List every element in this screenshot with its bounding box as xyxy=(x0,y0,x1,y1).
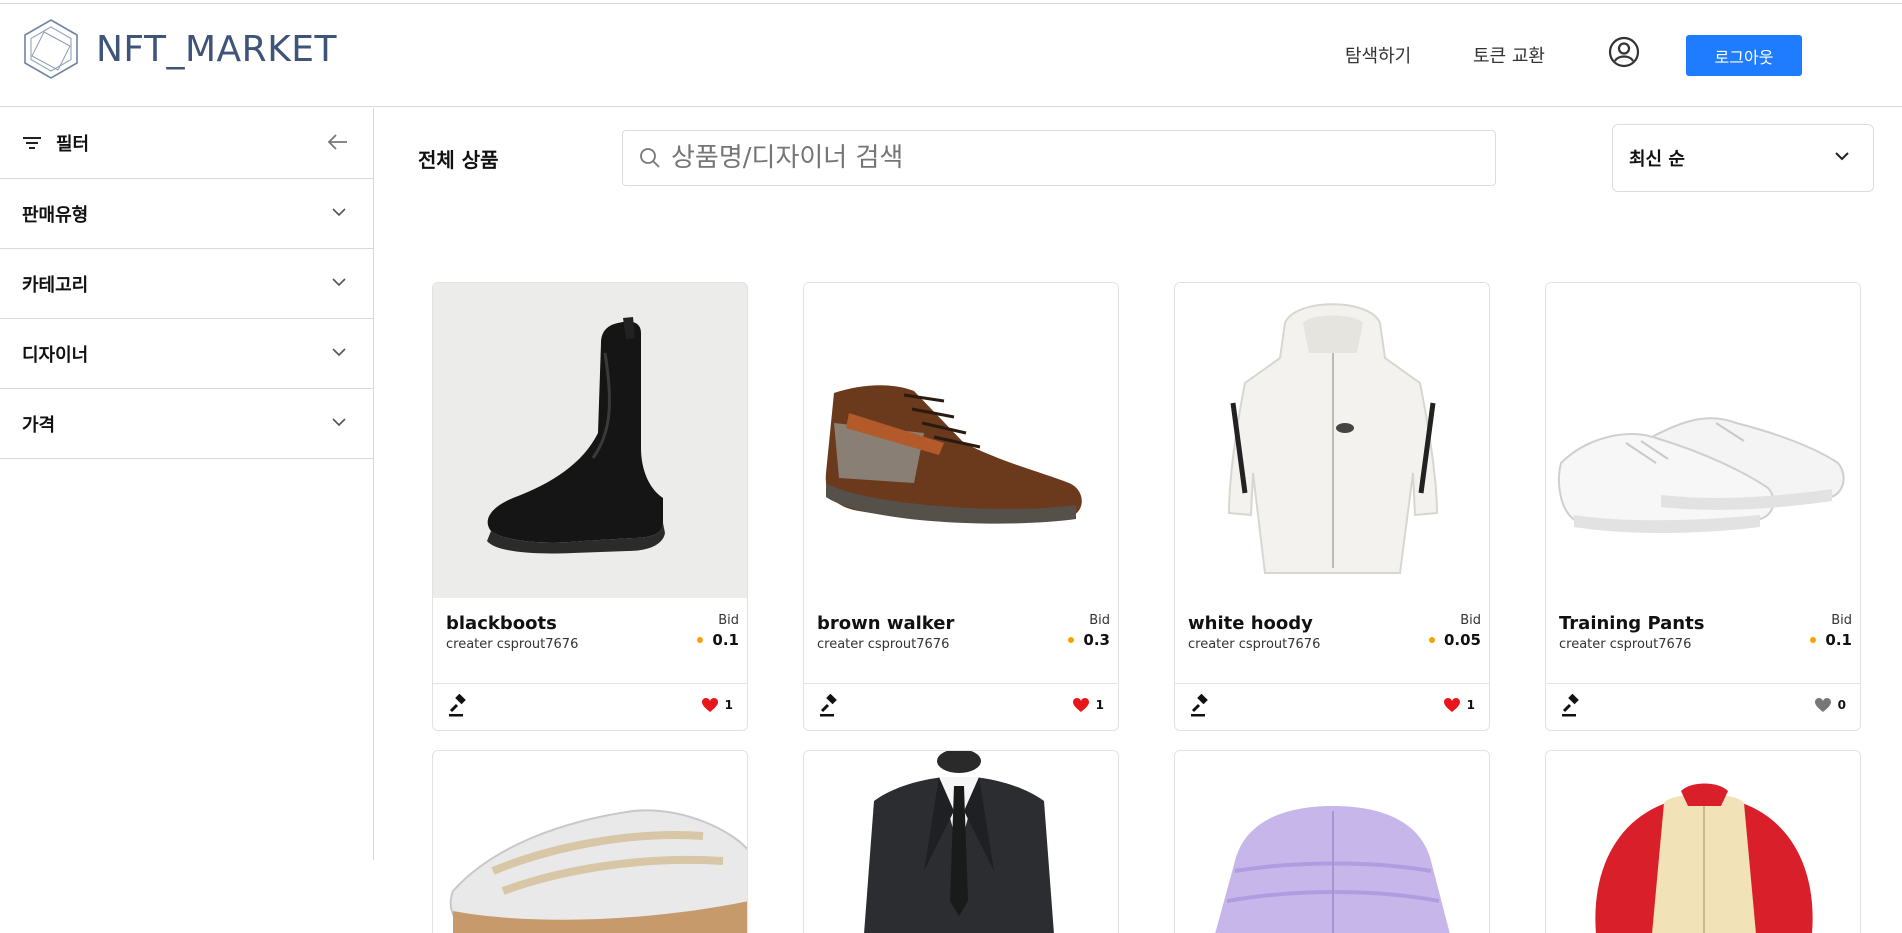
facet-designer[interactable]: 디자이너 xyxy=(0,319,373,389)
page-title: 전체 상품 xyxy=(418,148,499,172)
auction-gavel-icon[interactable] xyxy=(1189,694,1213,718)
product-card[interactable] xyxy=(1174,750,1490,933)
product-image xyxy=(433,283,747,598)
facet-price[interactable]: 가격 xyxy=(0,389,373,459)
eth-dot-icon xyxy=(1428,637,1435,643)
divider xyxy=(433,683,747,684)
bid-value: 0.3 xyxy=(1068,631,1110,649)
like-count[interactable]: 1 xyxy=(1443,697,1475,713)
logo[interactable]: NFT_MARKET xyxy=(22,18,337,80)
product-card[interactable]: white hoody creater csprout7676 Bid 0.05… xyxy=(1174,282,1490,731)
site-header: NFT_MARKET 탐색하기 토큰 교환 로그아웃 xyxy=(0,4,1902,107)
product-card[interactable]: blackboots creater csprout7676 Bid 0.1 1 xyxy=(432,282,748,731)
product-card[interactable]: brown walker creater csprout7676 Bid 0.3… xyxy=(803,282,1119,731)
bid-label: Bid xyxy=(1460,613,1481,628)
auction-gavel-icon[interactable] xyxy=(447,694,471,718)
logo-text: NFT_MARKET xyxy=(96,28,338,70)
like-number: 1 xyxy=(724,698,733,712)
facet-label: 디자이너 xyxy=(22,344,89,366)
filter-header: 필터 xyxy=(0,108,373,179)
product-name[interactable]: brown walker xyxy=(817,613,954,634)
bid-amount: 0.1 xyxy=(712,631,739,649)
logout-button[interactable]: 로그아웃 xyxy=(1686,35,1802,76)
product-image xyxy=(433,751,747,933)
chevron-down-icon xyxy=(1835,152,1849,161)
facet-label: 가격 xyxy=(22,414,56,436)
product-creator: creater csprout7676 xyxy=(1559,637,1692,652)
like-number: 1 xyxy=(1466,698,1475,712)
facet-category[interactable]: 카테고리 xyxy=(0,249,373,319)
product-card[interactable] xyxy=(432,750,748,933)
collapse-arrow-left-icon[interactable] xyxy=(327,132,349,152)
facet-sale-type[interactable]: 판매유형 xyxy=(0,179,373,249)
filter-sidebar: 필터 판매유형 카테고리 디자이너 가격 xyxy=(0,108,374,860)
product-creator: creater csprout7676 xyxy=(446,637,579,652)
product-name[interactable]: Training Pants xyxy=(1559,613,1704,634)
user-profile-icon[interactable] xyxy=(1608,36,1640,68)
auction-gavel-icon[interactable] xyxy=(1560,694,1584,718)
product-card[interactable] xyxy=(803,750,1119,933)
product-card[interactable] xyxy=(1545,750,1861,933)
product-card[interactable]: Training Pants creater csprout7676 Bid 0… xyxy=(1545,282,1861,731)
bid-amount: 0.05 xyxy=(1443,631,1481,649)
divider xyxy=(1546,683,1860,684)
nav-token-exchange[interactable]: 토큰 교환 xyxy=(1473,42,1545,68)
logo-hexagon-icon xyxy=(24,19,78,79)
heart-icon xyxy=(1072,698,1089,712)
filter-title: 필터 xyxy=(56,134,90,155)
product-creator: creater csprout7676 xyxy=(1188,637,1321,652)
bid-value: 0.1 xyxy=(697,631,739,649)
chevron-down-icon xyxy=(332,208,346,217)
product-name[interactable]: white hoody xyxy=(1188,613,1313,634)
bid-amount: 0.3 xyxy=(1083,631,1110,649)
bid-value: 0.05 xyxy=(1428,631,1481,649)
sort-dropdown[interactable]: 최신 순 xyxy=(1612,124,1874,192)
facet-label: 카테고리 xyxy=(22,274,89,296)
eth-dot-icon xyxy=(1810,637,1817,643)
search-icon xyxy=(640,148,660,168)
product-name[interactable]: blackboots xyxy=(446,613,557,634)
bid-label: Bid xyxy=(718,613,739,628)
bid-label: Bid xyxy=(1089,613,1110,628)
chevron-down-icon xyxy=(332,348,346,357)
auction-gavel-icon[interactable] xyxy=(818,694,842,718)
facet-label: 판매유형 xyxy=(22,204,89,226)
product-image xyxy=(1175,283,1489,598)
bid-label: Bid xyxy=(1831,613,1852,628)
like-count[interactable]: 0 xyxy=(1814,697,1846,713)
heart-icon xyxy=(1443,698,1460,712)
product-image xyxy=(804,283,1118,598)
product-creator: creater csprout7676 xyxy=(817,637,950,652)
nav-explore[interactable]: 탐색하기 xyxy=(1345,42,1411,68)
eth-dot-icon xyxy=(1068,637,1075,643)
product-image xyxy=(1546,751,1860,933)
search-input[interactable] xyxy=(671,143,1451,173)
filter-icon xyxy=(23,137,41,149)
like-count[interactable]: 1 xyxy=(701,697,733,713)
eth-dot-icon xyxy=(697,637,704,643)
chevron-down-icon xyxy=(332,418,346,427)
product-image xyxy=(1546,283,1860,598)
sort-label: 최신 순 xyxy=(1629,149,1685,170)
bid-amount: 0.1 xyxy=(1825,631,1852,649)
heart-icon xyxy=(701,698,718,712)
divider xyxy=(804,683,1118,684)
like-number: 1 xyxy=(1095,698,1104,712)
bid-value: 0.1 xyxy=(1810,631,1852,649)
product-image xyxy=(804,751,1118,933)
product-image xyxy=(1175,751,1489,933)
like-number: 0 xyxy=(1837,698,1846,712)
like-count[interactable]: 1 xyxy=(1072,697,1104,713)
search-box[interactable] xyxy=(622,130,1496,186)
divider xyxy=(1175,683,1489,684)
chevron-down-icon xyxy=(332,278,346,287)
heart-icon xyxy=(1814,698,1831,712)
